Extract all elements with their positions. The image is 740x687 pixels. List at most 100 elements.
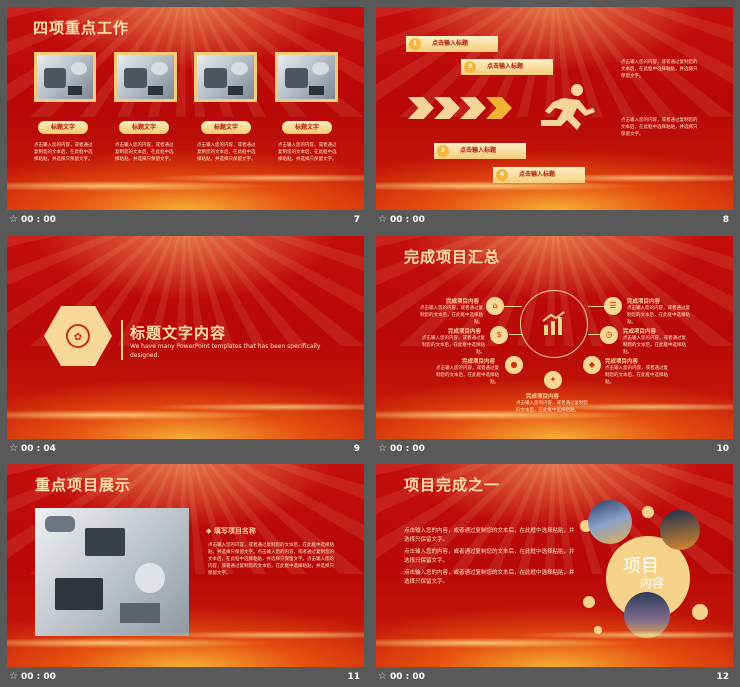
subtext: We have many PowerPoint templates that h… xyxy=(130,343,321,359)
slide-timing: 00 : 00 xyxy=(21,215,56,225)
paragraph: 点击输入您的内容，或者通过复制您的文本后，在此框中选择粘贴，并选择只保留文字。 xyxy=(404,549,575,564)
item-desc: 点击输入您的内容，或者通过复制您的文本后，在此框中选择粘贴。 xyxy=(516,401,588,413)
description-text: 点击输入您的内容，或者通过复制您的文本后，在此框中选择粘贴，并选择只保留文字。 xyxy=(197,143,256,162)
step-number: 4 xyxy=(496,169,508,181)
office-photo xyxy=(35,508,189,636)
slide-canvas: ✿ 标题文字内容 We have many PowerPoint templat… xyxy=(7,236,364,439)
slide-title: 项目完成之一 xyxy=(404,476,501,494)
slide-thumbnail-12[interactable]: 项目完成之一 点击输入您的内容，或者通过复制您的文本后，在此框中选择粘贴，并选择… xyxy=(376,464,733,687)
chevron-arrow-icon xyxy=(486,97,512,119)
slide-number: 11 xyxy=(347,672,360,682)
item-label: 完成项目内容 xyxy=(446,299,480,305)
slide-timing: 00 : 04 xyxy=(21,444,56,454)
chat-icon: ☰ xyxy=(604,297,622,315)
slide-number: 9 xyxy=(353,444,360,454)
team-photo xyxy=(114,52,177,102)
slide-canvas: 重点项目展示 ◆ 填写项目名称 点击输入您的内容，或者通过复制您的文本后，在此框… xyxy=(7,464,364,667)
item-label: 完成项目内容 xyxy=(623,329,657,335)
step-label: 点击输入标题 xyxy=(487,63,524,70)
star-icon[interactable]: ☆ xyxy=(9,443,18,454)
title-pill: 标题文字 xyxy=(38,121,88,134)
title-pill: 标题文字 xyxy=(201,121,251,134)
slide-number: 12 xyxy=(716,672,729,682)
description-text: 点击输入您的内容，或者通过复制您的文本后，在此框中选择粘贴，并选择只保留文字。 xyxy=(621,60,698,79)
city-photo xyxy=(660,510,700,550)
item-desc: 点击输入您的内容，或者通过复制您的文本后，在此框中选择粘贴。 xyxy=(422,336,485,355)
description-text: 点击输入您的内容，或者通过复制您的文本后，在此框中选择粘贴，并选择只保留文字。 xyxy=(34,143,93,162)
circle-dot xyxy=(642,506,654,518)
team-photo xyxy=(34,52,96,102)
step-label: 点击输入标题 xyxy=(519,171,556,178)
step-tag: 2 点击输入标题 xyxy=(434,143,526,159)
slide-thumbnail-9[interactable]: ✿ 标题文字内容 We have many PowerPoint templat… xyxy=(7,236,364,459)
slide-canvas: 1 点击输入标题 3 点击输入标题 2 点击输入标题 4 点击输入标题 点击输入您的内容… xyxy=(376,7,733,210)
slide-footer: ☆ 00 : 00 10 xyxy=(376,439,733,459)
divider xyxy=(121,320,123,360)
item-label: 完成项目内容 xyxy=(462,359,496,365)
slide-thumbnail-11[interactable]: 重点项目展示 ◆ 填写项目名称 点击输入您的内容，或者通过复制您的文本后，在此框… xyxy=(7,464,364,687)
step-tag: 1 点击输入标题 xyxy=(406,36,498,52)
circle-small-text: 内容 xyxy=(640,576,665,590)
slide-footer: ☆ 00 : 00 12 xyxy=(376,667,733,687)
hexagon-badge: ✿ xyxy=(44,306,112,366)
clock-icon: ◷ xyxy=(600,326,618,344)
slide-title: 完成项目汇总 xyxy=(404,248,501,266)
slide-canvas: 完成项目汇总 ⌂ $ ● ✦ ◆ ◷ ☰ 完成项目内容 点击输入您的内容，或者通… xyxy=(376,236,733,439)
item-label: 完成项目内容 xyxy=(526,394,560,400)
star-icon[interactable]: ☆ xyxy=(378,443,387,454)
description-text: 点击输入您的内容，或者通过复制您的文本后，在此框中选择粘贴，并选择只保留文字。 xyxy=(115,143,174,162)
slide-timing: 00 : 00 xyxy=(390,444,425,454)
star-icon[interactable]: ☆ xyxy=(9,214,18,225)
chevron-arrow-icon xyxy=(460,97,486,119)
slide-number: 8 xyxy=(722,215,729,225)
slide-title: 重点项目展示 xyxy=(35,476,132,494)
item-label: 完成项目内容 xyxy=(627,299,661,305)
running-man-icon xyxy=(541,84,595,130)
slide-footer: ☆ 00 : 04 9 xyxy=(7,439,364,459)
connector xyxy=(509,334,523,335)
star-icon[interactable]: ☆ xyxy=(378,671,387,682)
slide-timing: 00 : 00 xyxy=(390,215,425,225)
item-desc: 点击输入您的内容，或者通过复制您的文本后，在此框中选择粘贴。 xyxy=(436,366,499,385)
step-label: 点击输入标题 xyxy=(460,147,497,154)
slide-number: 7 xyxy=(353,215,360,225)
team-photo xyxy=(275,52,338,102)
slide-timing: 00 : 00 xyxy=(21,672,56,682)
slide-thumbnail-7[interactable]: 四项重点工作 标题文字 标题文字 标题文字 标题文字 点击输入您的内容，或者通过… xyxy=(7,7,364,230)
circle-dot xyxy=(616,576,636,596)
slide-footer: ☆ 00 : 00 7 xyxy=(7,210,364,230)
slide-footer: ☆ 00 : 00 8 xyxy=(376,210,733,230)
item-desc: 点击输入您的内容，或者通过复制您的文本后，在此框中选择粘贴。 xyxy=(420,306,483,325)
step-number: 2 xyxy=(437,145,449,157)
pig-icon: ● xyxy=(505,356,523,374)
step-tag: 3 点击输入标题 xyxy=(461,59,553,75)
item-desc: 点击输入您的内容，或者通过复制您的文本后，在此框中选择粘贴。 xyxy=(605,366,668,385)
chevron-arrow-icon xyxy=(434,97,460,119)
step-number: 3 xyxy=(464,61,476,73)
step-label: 点击输入标题 xyxy=(432,40,469,47)
item-label: 完成项目内容 xyxy=(605,359,639,365)
circle-dot xyxy=(583,596,595,608)
slide-canvas: 项目完成之一 点击输入您的内容，或者通过复制您的文本后，在此框中选择粘贴，并选择… xyxy=(376,464,733,667)
star-icon[interactable]: ☆ xyxy=(9,671,18,682)
car-icon: ◆ xyxy=(583,356,601,374)
slide-canvas: 四项重点工作 标题文字 标题文字 标题文字 标题文字 点击输入您的内容，或者通过… xyxy=(7,7,364,210)
slide-number: 10 xyxy=(716,444,729,454)
slide-thumbnail-8[interactable]: 1 点击输入标题 3 点击输入标题 2 点击输入标题 4 点击输入标题 点击输入您的内容… xyxy=(376,7,733,230)
description-text: 点击输入您的内容，或者通过复制您的文本后，在此框中选择粘贴，并选择只保留文字。 xyxy=(278,143,337,162)
slide-title: 四项重点工作 xyxy=(33,19,130,37)
circle-dot xyxy=(692,604,708,620)
city-photo xyxy=(588,500,632,544)
item-label: 完成项目内容 xyxy=(448,329,482,335)
gear-icon: ✿ xyxy=(66,324,90,348)
city-photo xyxy=(624,592,670,638)
chevron-arrow-icon xyxy=(408,97,434,119)
circle-dot xyxy=(594,626,602,634)
item-desc: 点击输入您的内容，或者通过复制您的文本后，在此框中选择粘贴。 xyxy=(627,306,690,325)
bank-icon: ⌂ xyxy=(486,297,504,315)
slide-timing: 00 : 00 xyxy=(390,672,425,682)
heading: 标题文字内容 xyxy=(130,324,227,342)
slide-thumbnail-10[interactable]: 完成项目汇总 ⌂ $ ● ✦ ◆ ◷ ☰ 完成项目内容 点击输入您的内容，或者通… xyxy=(376,236,733,459)
star-icon[interactable]: ☆ xyxy=(378,214,387,225)
project-heading: ◆ 填写项目名称 xyxy=(206,527,256,535)
